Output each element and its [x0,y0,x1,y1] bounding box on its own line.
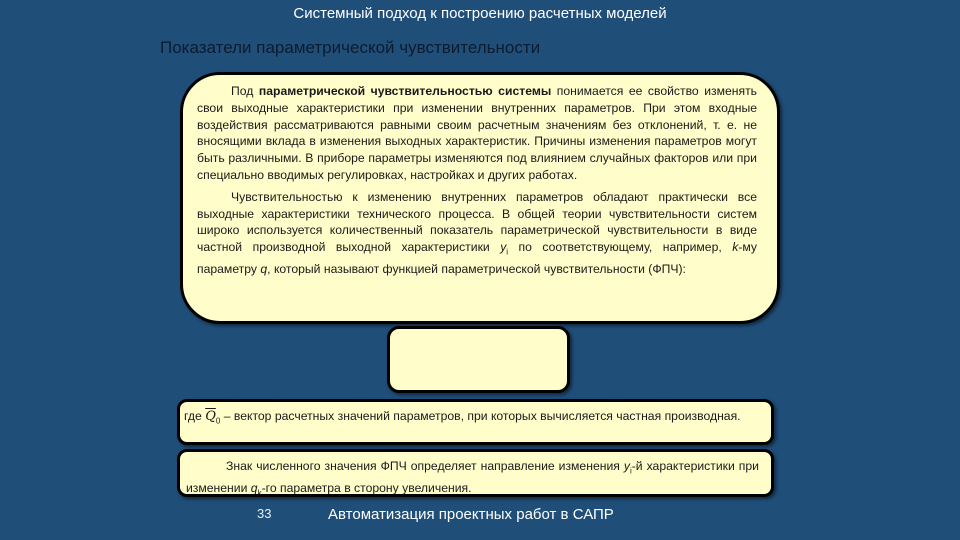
sensitivity-paragraph: Чувствительностью к изменению внутренних… [197,189,757,278]
text-span: где [184,409,206,423]
text-span: Знак численного значения ФПЧ определяет … [226,459,624,473]
text-span: , который называют функцией параметричес… [267,262,686,277]
definition-box: Под параметрической чувствительностью си… [180,72,780,324]
where-paragraph: где Q0 – вектор расчетных значений парам… [184,408,759,430]
definition-paragraph: Под параметрической чувствительностью си… [197,83,757,184]
text-span: Под [231,84,259,98]
sign-box: Знак численного значения ФПЧ определяет … [177,449,774,498]
vector-q-symbol: Q [205,409,216,424]
sign-paragraph: Знак численного значения ФПЧ определяет … [186,458,759,502]
text-span: понимается ее свойство изменять свои вых… [197,84,758,182]
text-span: по соответствующему, например, [508,240,733,255]
section-heading: Показатели параметрической чувствительно… [160,38,541,57]
var-q: q [250,481,258,496]
text-span: – вектор расчетных значений параметров, … [220,409,741,423]
slide-title: Системный подход к построению расчетных … [293,5,667,22]
page-number: 33 [257,506,272,521]
where-box: где Q0 – вектор расчетных значений парам… [177,399,774,445]
term-bold: параметрической чувствительностью систем… [258,84,552,98]
formula-box [387,326,570,393]
text-span: -го параметра в сторону увеличения. [261,481,472,496]
footer-text: Автоматизация проектных работ в САПР [328,506,614,523]
